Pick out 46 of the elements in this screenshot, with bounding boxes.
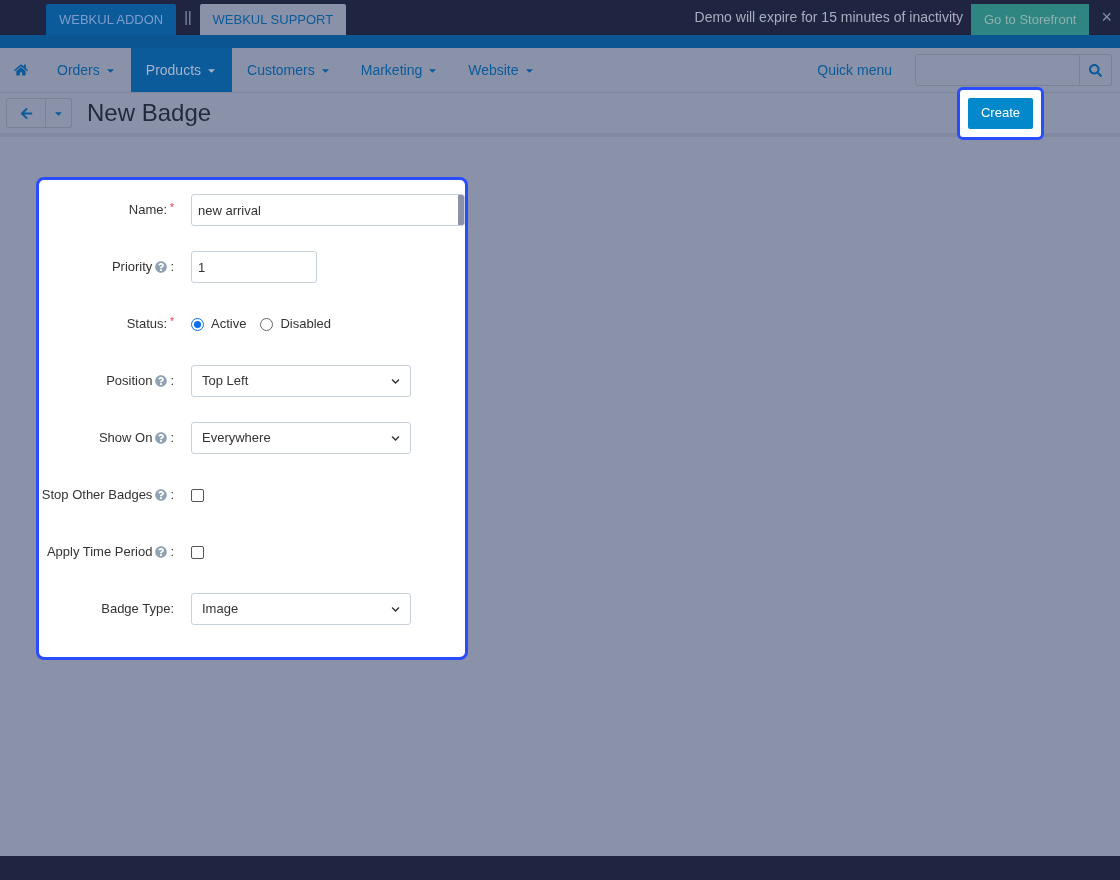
field-label: Position — [106, 372, 153, 391]
close-button[interactable]: × — [1101, 4, 1112, 31]
colon-text: : — [170, 543, 174, 562]
select-field[interactable]: Everywhere — [191, 422, 411, 454]
chevron-down-icon — [391, 604, 400, 614]
nav-tab[interactable]: Customers — [232, 48, 346, 92]
nav-tab[interactable]: Marketing — [345, 48, 454, 92]
field-label: Show On — [98, 429, 153, 448]
checkbox[interactable] — [191, 545, 204, 559]
header-button[interactable]: WEBKUL ADDON — [46, 4, 177, 35]
select-field[interactable]: Top Left — [191, 365, 411, 397]
chevron-down-icon — [391, 376, 400, 386]
nav-tab[interactable]: Orders — [42, 48, 131, 92]
field-label: Status: — [126, 315, 168, 334]
checkbox[interactable] — [191, 488, 204, 502]
field-label: Name: — [128, 201, 168, 220]
demo-notice: Demo will expire for 15 minutes of inactivity — [694, 8, 963, 27]
page-title: New Badge — [87, 98, 212, 128]
field-label: Badge Type: — [101, 600, 174, 619]
quick-menu-link[interactable]: Quick menu — [817, 48, 892, 92]
chevron-down-icon — [391, 433, 400, 443]
field-label: Priority — [111, 258, 153, 277]
required-mark: * — [170, 201, 174, 216]
create-button[interactable]: Create — [967, 97, 1033, 129]
radio-option[interactable]: Disabled — [260, 314, 331, 334]
colon-text: : — [170, 429, 174, 448]
required-mark: * — [170, 315, 174, 330]
colon-text: : — [170, 486, 174, 505]
select-field[interactable]: Image — [191, 593, 411, 625]
back-arrow-icon — [19, 106, 33, 120]
radio-option[interactable]: Active — [191, 314, 247, 334]
field-label: Stop Other Badges — [41, 486, 153, 505]
text-field[interactable]: new arrival — [191, 194, 465, 226]
colon-text: : — [170, 258, 174, 277]
nav-tab[interactable]: Website — [453, 48, 550, 92]
search-field[interactable] — [915, 54, 1080, 86]
field-label: Apply Time Period — [46, 543, 153, 562]
text-field[interactable]: 1 — [191, 251, 317, 283]
nav-tab[interactable]: Products — [130, 48, 233, 92]
separator-text: || — [184, 8, 192, 27]
header-button[interactable]: WEBKUL SUPPORT — [199, 4, 347, 35]
back-button[interactable] — [6, 98, 46, 128]
colon-text: : — [170, 372, 174, 391]
search-icon — [1089, 63, 1102, 77]
dropdown-button[interactable] — [46, 98, 72, 128]
search-button[interactable] — [1080, 54, 1112, 86]
